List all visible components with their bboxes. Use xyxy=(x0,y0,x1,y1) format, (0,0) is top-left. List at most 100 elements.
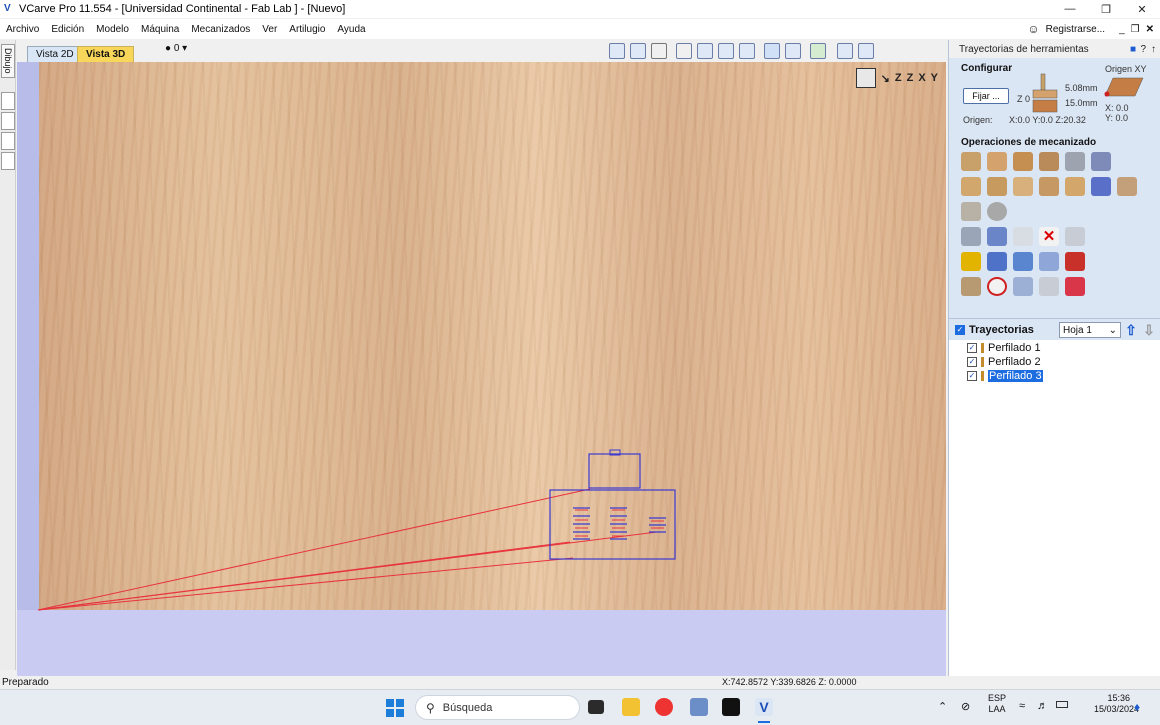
restore-button[interactable]: ❐ xyxy=(1088,0,1124,18)
origen-xy-heading: Origen XY xyxy=(1105,64,1147,74)
zoom-fit-icon[interactable] xyxy=(739,43,755,59)
material-summary-icon[interactable] xyxy=(961,277,981,296)
tool-database-icon[interactable] xyxy=(961,227,981,246)
panel-restore-icon[interactable]: ❐ xyxy=(1131,24,1140,35)
task-view-icon[interactable] xyxy=(588,700,604,714)
panel-pin-icon[interactable]: ■ xyxy=(1130,44,1136,55)
toolpath-checkbox[interactable]: ✓ xyxy=(967,370,977,381)
texture-icon[interactable] xyxy=(1039,177,1059,196)
chamfer-icon[interactable] xyxy=(1065,177,1085,196)
chrome-icon[interactable] xyxy=(655,698,673,716)
copy-toolpath-icon[interactable] xyxy=(1013,227,1033,246)
panel-unpin-icon[interactable]: ↑ xyxy=(1151,44,1156,55)
origin-xy-icon[interactable] xyxy=(1103,76,1145,98)
split-horizontal-icon[interactable] xyxy=(837,43,853,59)
toolpath-item[interactable]: ✓ Perfilado 1 xyxy=(967,341,1041,354)
setup-sheet-icon[interactable] xyxy=(1039,277,1059,296)
vcarve-taskbar-icon[interactable]: V xyxy=(755,698,773,716)
battery-icon[interactable] xyxy=(1056,701,1068,708)
app-icon[interactable] xyxy=(690,698,708,716)
file-explorer-icon[interactable] xyxy=(622,698,640,716)
move-down-arrow-icon[interactable]: ⇩ xyxy=(1141,321,1157,339)
menu-ayuda[interactable]: Ayuda xyxy=(331,24,371,35)
time-estimate-icon[interactable] xyxy=(987,277,1007,296)
save-toolpath-icon[interactable] xyxy=(1065,277,1085,296)
clock[interactable]: 15:36 15/03/2024 xyxy=(1094,693,1139,715)
wifi-icon[interactable]: ≈ xyxy=(1019,700,1025,712)
menu-maquina[interactable]: Máquina xyxy=(135,24,185,35)
roughing-icon[interactable] xyxy=(961,202,981,221)
inlay-icon[interactable] xyxy=(987,177,1007,196)
pan-icon[interactable] xyxy=(676,43,692,59)
quick-engrave-icon[interactable] xyxy=(1039,152,1059,171)
minimize-button[interactable]: — xyxy=(1052,0,1088,18)
clipboard-icon[interactable] xyxy=(1065,227,1085,246)
pocket-op-icon[interactable] xyxy=(987,152,1007,171)
delete-toolpath-icon[interactable]: ✕ xyxy=(1039,227,1059,246)
drill-op-icon[interactable] xyxy=(1013,152,1033,171)
prism-icon[interactable] xyxy=(1091,152,1111,171)
toolpath-checkbox[interactable]: ✓ xyxy=(967,342,977,353)
panel-close-icon[interactable]: ✕ xyxy=(1146,24,1154,35)
notification-bell-icon[interactable]: ♦ xyxy=(1134,700,1140,714)
material-icon[interactable] xyxy=(810,43,826,59)
menu-artilugio[interactable]: Artilugio xyxy=(283,24,331,35)
zoom-in-icon[interactable] xyxy=(697,43,713,59)
toolpath-item[interactable]: ✓ Perfilado 3 xyxy=(967,369,1043,382)
windows-start-icon[interactable] xyxy=(386,699,404,717)
preview-all-icon[interactable] xyxy=(1013,252,1033,271)
sheet-select[interactable]: Hoja 1 ⌄ xyxy=(1059,322,1121,338)
terminal-icon[interactable] xyxy=(722,698,740,716)
tab-vista-2d[interactable]: Vista 2D xyxy=(27,46,83,62)
close-button[interactable]: ✕ xyxy=(1124,0,1160,18)
finishing-icon[interactable] xyxy=(987,202,1007,221)
toolpath-view-icon[interactable] xyxy=(764,43,780,59)
taskbar-search[interactable]: ⚲ Búsqueda xyxy=(415,695,580,720)
menu-edicion[interactable]: Edición xyxy=(45,24,90,35)
menu-modelo[interactable]: Modelo xyxy=(90,24,135,35)
toolpath-preview-icon[interactable] xyxy=(785,43,801,59)
zoom-out-icon[interactable] xyxy=(718,43,734,59)
strip-slot[interactable] xyxy=(1,92,15,110)
strip-slot[interactable] xyxy=(1,132,15,150)
fijar-button[interactable]: Fijar ... xyxy=(963,88,1009,104)
vcarve-icon[interactable] xyxy=(1065,152,1085,171)
moulding-icon[interactable] xyxy=(1013,177,1033,196)
strip-slot[interactable] xyxy=(1,112,15,130)
dibujo-tab[interactable]: Dibujo xyxy=(1,44,15,78)
viewport-3d[interactable]: ↘ Z Z X Y xyxy=(17,62,946,676)
split-vertical-icon[interactable] xyxy=(858,43,874,59)
edit-toolpath-icon[interactable] xyxy=(987,227,1007,246)
preview-icon[interactable] xyxy=(987,252,1007,271)
trayectorias-checkbox[interactable]: ✓ xyxy=(955,324,965,335)
move-up-arrow-icon[interactable]: ⇧ xyxy=(1123,321,1139,339)
register-link[interactable]: Registrarse... xyxy=(1046,24,1105,35)
thread-mill-icon[interactable] xyxy=(1091,177,1111,196)
strip-slot[interactable] xyxy=(1,152,15,170)
panel-help-icon[interactable]: ? xyxy=(1140,44,1146,55)
grid-icon[interactable] xyxy=(651,43,667,59)
toolpath-tree: ✓ Perfilado 1 ✓ Perfilado 2 ✓ Perfilado … xyxy=(949,340,1160,676)
zoom-window-icon[interactable] xyxy=(630,43,646,59)
tab-vista-3d[interactable]: Vista 3D xyxy=(77,46,135,62)
profile-op-icon[interactable] xyxy=(961,152,981,171)
toolpath-item[interactable]: ✓ Perfilado 2 xyxy=(967,355,1041,368)
chevron-up-icon[interactable]: ⌃ xyxy=(938,700,947,713)
zoom-extents-icon[interactable] xyxy=(609,43,625,59)
fluting-icon[interactable] xyxy=(961,177,981,196)
network-off-icon[interactable]: ⊘ xyxy=(961,700,970,713)
menu-archivo[interactable]: Archivo xyxy=(0,24,45,35)
toolpath-checkbox[interactable]: ✓ xyxy=(967,356,977,367)
surfacing-icon[interactable] xyxy=(1117,177,1137,196)
language-indicator[interactable]: ESP LAA xyxy=(988,693,1006,715)
volume-icon[interactable]: ♬ xyxy=(1037,700,1048,712)
recalculate-icon[interactable] xyxy=(961,252,981,271)
toolpath-template-icon[interactable] xyxy=(1065,252,1085,271)
merge-icon[interactable] xyxy=(1013,277,1033,296)
reset-preview-icon[interactable] xyxy=(1039,252,1059,271)
menu-mecanizados[interactable]: Mecanizados xyxy=(185,24,256,35)
panel-minimize-icon[interactable]: _ xyxy=(1119,24,1125,35)
origen-label: Origen: xyxy=(963,115,993,125)
menu-ver[interactable]: Ver xyxy=(256,24,283,35)
layer-selector[interactable]: ● 0 ▾ xyxy=(165,43,187,54)
